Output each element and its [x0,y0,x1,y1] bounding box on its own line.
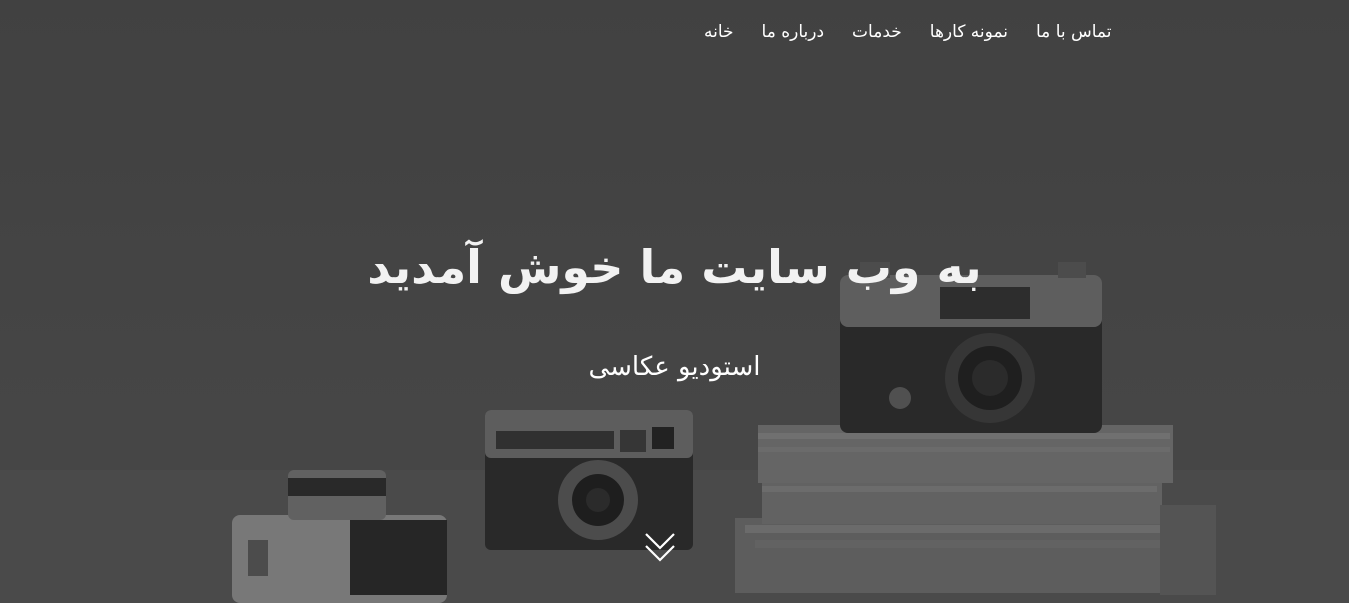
hero-subtitle: استودیو عکاسی [588,352,761,382]
hero-title: به وب سایت ما خوش آمدید [367,240,982,294]
main-nav: خانه درباره ما خدمات نمونه کارها تماس با… [690,18,1140,46]
nav-item-home[interactable]: خانه [690,18,748,46]
dark-overlay [0,0,1349,603]
nav-item-portfolio[interactable]: نمونه کارها [916,18,1022,46]
nav-item-services[interactable]: خدمات [838,18,916,46]
nav-item-contact[interactable]: تماس با ما [1022,18,1126,46]
hero-section [0,0,1349,603]
double-chevron-down-icon[interactable] [644,530,676,566]
nav-item-about[interactable]: درباره ما [748,18,839,46]
